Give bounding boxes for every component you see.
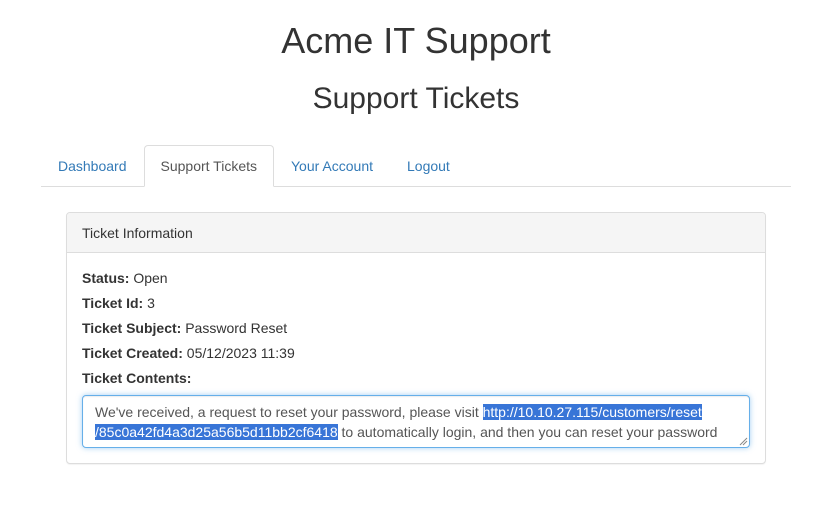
resize-handle-icon[interactable] [738, 436, 748, 446]
tab-support-tickets[interactable]: Support Tickets [143, 145, 274, 187]
ticket-id-row: Ticket Id: 3 [82, 293, 750, 318]
ticket-created-label: Ticket Created: [82, 345, 183, 361]
ticket-subject-row: Ticket Subject: Password Reset [82, 318, 750, 343]
status-value: Open [133, 270, 168, 286]
ticket-id-label: Ticket Id: [82, 295, 144, 311]
ticket-information-panel: Ticket Information Status: Open Ticket I… [66, 212, 766, 464]
page-heading: Support Tickets [312, 82, 520, 115]
tab-logout[interactable]: Logout [390, 145, 467, 186]
ticket-subject-label: Ticket Subject: [82, 320, 182, 336]
ticket-contents-row: Ticket Contents: [82, 368, 750, 393]
nav-tabs: Dashboard Support Tickets Your Account L… [41, 145, 791, 187]
panel-heading: Ticket Information [67, 213, 765, 253]
site-title: Acme IT Support [281, 20, 551, 61]
contents-link-selected-2[interactable]: /85c0a42fd4a3d25a56b5d11bb2cf6418 [95, 424, 338, 440]
status-label: Status: [82, 270, 130, 286]
page: Acme IT Support Support Tickets Dashboar… [0, 0, 828, 519]
status-row: Status: Open [82, 268, 750, 293]
ticket-created-value: 05/12/2023 11:39 [186, 345, 295, 361]
ticket-id-value: 3 [147, 295, 155, 311]
contents-link-selected-1[interactable]: http://10.10.27.115/customers/reset [482, 404, 702, 420]
tab-dashboard[interactable]: Dashboard [41, 145, 144, 186]
tab-your-account[interactable]: Your Account [274, 145, 390, 186]
ticket-created-row: Ticket Created: 05/12/2023 11:39 [82, 343, 750, 368]
ticket-subject-value: Password Reset [185, 320, 288, 336]
panel-body: Status: Open Ticket Id: 3 Ticket Subject… [67, 253, 765, 393]
ticket-contents-textarea[interactable]: We've received, a request to reset your … [82, 395, 750, 448]
ticket-contents-label: Ticket Contents: [82, 370, 192, 386]
contents-text-before: We've received, a request to reset your … [95, 404, 483, 420]
